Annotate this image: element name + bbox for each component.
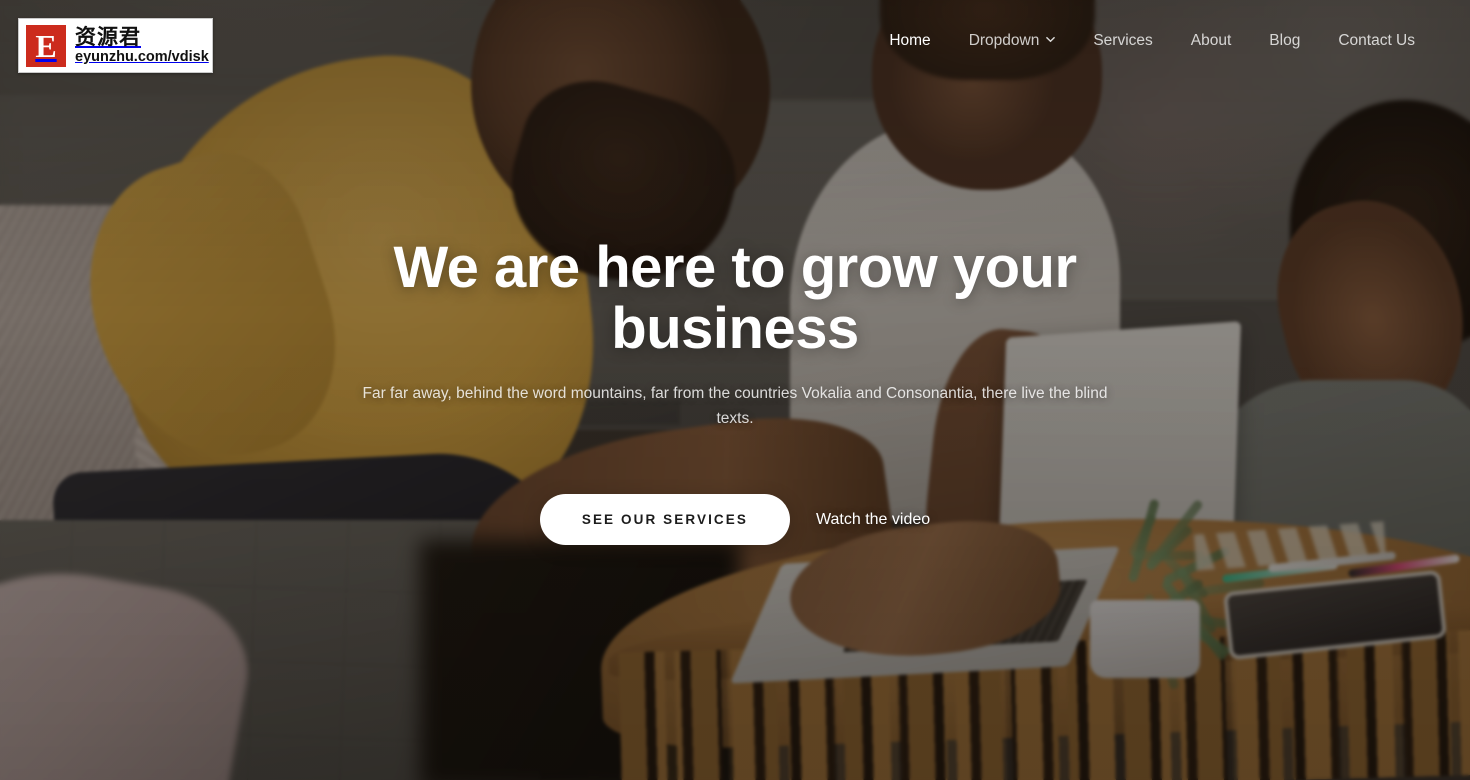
nav-item-about[interactable]: About	[1172, 32, 1251, 50]
brand-logo-letter: E	[35, 27, 57, 64]
watch-the-video-link[interactable]: Watch the video	[816, 511, 930, 529]
nav-item-home[interactable]: Home	[870, 32, 949, 50]
nav-item-label: Dropdown	[968, 32, 1040, 49]
nav-item-services[interactable]: Services	[1074, 32, 1171, 50]
brand-name-cn: 资源君	[75, 24, 141, 49]
nav-item-label: About	[1190, 32, 1232, 49]
nav-item-blog[interactable]: Blog	[1250, 32, 1319, 50]
brand-text: 资源君 eyunzhu.com/vdisk	[75, 24, 209, 65]
hero-title: We are here to grow your business	[393, 235, 1077, 361]
brand-url: eyunzhu.com/vdisk	[75, 48, 209, 65]
chevron-down-icon	[1046, 35, 1056, 44]
see-our-services-button[interactable]: SEE OUR SERVICES	[539, 494, 790, 545]
page-root: E 资源君 eyunzhu.com/vdisk Home Dropdown Serv…	[0, 0, 1470, 780]
nav-item-label: Contact Us	[1338, 32, 1415, 49]
nav-item-label: Home	[889, 32, 931, 49]
hero-subtitle: Far far away, behind the word mountains,…	[362, 384, 1108, 427]
nav-item-contact-us[interactable]: Contact Us	[1319, 32, 1434, 50]
brand-mark-icon: E	[26, 24, 66, 67]
nav-item-label: Services	[1093, 32, 1153, 49]
hero-actions: SEE OUR SERVICES Watch the video	[355, 494, 1115, 545]
main-navigation: Home Dropdown Services About Blog Contact Us	[870, 0, 1434, 82]
navbar: E 资源君 eyunzhu.com/vdisk Home Dropdown Serv…	[0, 0, 1470, 82]
nav-item-label: Blog	[1269, 32, 1301, 49]
nav-item-dropdown[interactable]: Dropdown	[950, 32, 1075, 50]
brand-logo[interactable]: E 资源君 eyunzhu.com/vdisk	[18, 18, 213, 73]
